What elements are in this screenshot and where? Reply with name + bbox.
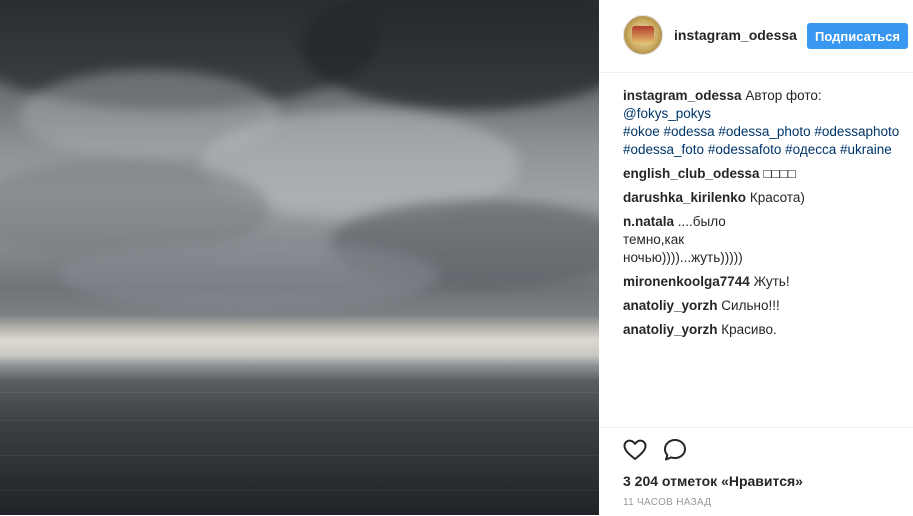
caption-username[interactable]: instagram_odessa	[623, 88, 742, 103]
avatar[interactable]	[623, 15, 663, 55]
username-link[interactable]: instagram_odessa	[674, 27, 797, 43]
comment-text: Сильно!!!	[721, 298, 780, 313]
comment-username[interactable]: anatoliy_yorzh	[623, 322, 718, 337]
post-photo[interactable]	[0, 0, 599, 515]
avatar-image	[632, 26, 654, 44]
list-item: darushka_kirilenko Красота)	[623, 189, 913, 207]
sea-texture	[0, 490, 599, 491]
caption-hashtags[interactable]: #okoe #odessa #odessa_photo #odessaphoto	[623, 124, 899, 139]
sea-texture	[0, 392, 599, 393]
list-item: n.natala ....было темно,как ночью))))...…	[623, 213, 783, 267]
follow-button[interactable]: Подписаться	[807, 23, 908, 49]
list-item: english_club_odessa □□□□	[623, 165, 913, 183]
likes-count[interactable]: 3 204 отметок «Нравится»	[623, 473, 803, 489]
list-item: mironenkoolga7744 Жуть!	[623, 273, 913, 291]
caption: instagram_odessa Автор фото: @fokys_poky…	[623, 87, 913, 159]
comment-username[interactable]: mironenkoolga7744	[623, 274, 750, 289]
heart-icon[interactable]	[622, 437, 648, 463]
comment-text: □□□□	[763, 166, 796, 181]
comment-username[interactable]: darushka_kirilenko	[623, 190, 746, 205]
cloud-shape	[300, 0, 599, 110]
comment-bubble-icon[interactable]	[662, 437, 688, 463]
cloud-shape	[60, 240, 440, 310]
comment-text: Жуть!	[753, 274, 790, 289]
comment-username[interactable]: anatoliy_yorzh	[623, 298, 718, 313]
caption-mention[interactable]: @fokys_pokys	[623, 106, 711, 121]
post-actions: 3 204 отметок «Нравится» 11 ЧАСОВ НАЗАД	[599, 427, 913, 516]
post-sidebar: instagram_odessa Подписаться instagram_o…	[599, 0, 913, 515]
sea-texture	[0, 420, 599, 421]
list-item: anatoliy_yorzh Красиво.	[623, 321, 913, 339]
list-item: anatoliy_yorzh Сильно!!!	[623, 297, 913, 315]
post-header: instagram_odessa Подписаться	[599, 0, 913, 73]
likes-suffix: отметок «Нравится»	[658, 473, 803, 489]
comment-username[interactable]: english_club_odessa	[623, 166, 760, 181]
comment-text: Красиво.	[721, 322, 777, 337]
caption-hashtags[interactable]: #odessa_foto #odessafoto #одесса #ukrain…	[623, 142, 892, 157]
comment-text: Красота)	[749, 190, 805, 205]
post-timestamp[interactable]: 11 ЧАСОВ НАЗАД	[623, 497, 711, 508]
likes-number: 3 204	[623, 473, 659, 489]
caption-text: Автор фото:	[745, 88, 822, 103]
comment-username[interactable]: n.natala	[623, 214, 674, 229]
comments-list: instagram_odessa Автор фото: @fokys_poky…	[623, 87, 913, 345]
sea-texture	[0, 455, 599, 456]
